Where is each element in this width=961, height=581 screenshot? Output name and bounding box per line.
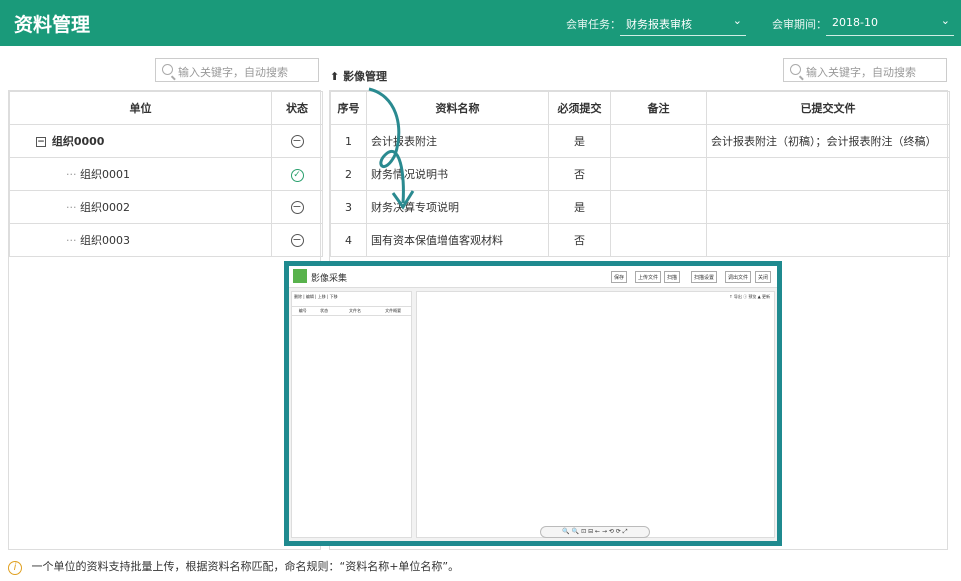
left-search-placeholder: 输入关键字，自动搜索: [178, 66, 288, 79]
right-search-placeholder: 输入关键字，自动搜索: [806, 66, 916, 79]
file-list-panel: 删除 | 编辑 | 上移 | 下移 编号 状态 文件名 文件概要: [291, 291, 412, 538]
tree-node-label: 组织0000: [51, 135, 105, 148]
zoom-toolbar[interactable]: 🔍 🔍 ⊡ ⊟ ← → ⟲ ⟳ ⤢: [540, 526, 650, 538]
chevron-down-icon: ⌄: [732, 14, 742, 27]
collapse-icon[interactable]: −: [36, 137, 46, 147]
search-icon: [790, 64, 801, 75]
doc-files[interactable]: [706, 223, 950, 257]
check-circle-icon: ✓: [290, 168, 304, 182]
col-filename: 文件名: [349, 308, 362, 313]
scan-settings-button[interactable]: 扫描设置: [691, 271, 718, 283]
right-search-input[interactable]: 输入关键字，自动搜索: [783, 58, 947, 82]
doc-files[interactable]: [706, 157, 950, 191]
minus-circle-icon: −: [290, 200, 304, 214]
doc-files[interactable]: [706, 190, 950, 224]
table-row[interactable]: 4 国有资本保值增值客观材料 否: [330, 223, 950, 257]
doc-required: 是: [548, 190, 611, 224]
task-label: 会审任务：: [566, 18, 621, 31]
status-cell: ✓: [271, 157, 323, 191]
minus-circle-icon: −: [290, 134, 304, 148]
doc-note: [610, 190, 707, 224]
tree-header-row: 单位 状态: [9, 91, 323, 125]
image-capture-window: 影像采集 保存 上传文件 扫描 扫描设置 调出文件 关闭 删除 | 编辑 | 上…: [284, 261, 782, 546]
image-manage-link[interactable]: ⬆ 影像管理: [330, 68, 387, 84]
preview-panel: ↑ 导出 ⓘ 预览 ▲ 更新: [416, 291, 775, 538]
left-search-input[interactable]: 输入关键字，自动搜索: [155, 58, 319, 82]
doc-files[interactable]: 会计报表附注（初稿）；会计报表附注（终稿）: [706, 124, 950, 158]
chevron-down-icon: ⌄: [940, 14, 950, 27]
doc-required: 是: [548, 124, 611, 158]
upload-tip: i 一个单位的资料支持批量上传，根据资料名称匹配，命名规则：“资料名称+单位名称…: [8, 558, 459, 575]
task-select[interactable]: 财务报表审核 ⌄: [620, 10, 746, 36]
files-header: 已提交文件: [706, 91, 950, 125]
unit-tree-panel: 单位 状态 − 组织0000 − ··· 组织0001 ✓ ··· 组织0002…: [8, 90, 323, 550]
viewer-title: 影像采集: [311, 274, 348, 284]
preview-links[interactable]: ↑ 导出 ⓘ 预览 ▲ 更新: [729, 294, 770, 300]
status-cell: −: [271, 124, 323, 158]
doc-name: 国有资本保值增值客观材料: [366, 223, 549, 257]
doc-required: 否: [548, 157, 611, 191]
image-manage-label: 影像管理: [343, 70, 388, 83]
header-bar: 资料管理 会审任务： 财务报表审核 ⌄ 会审期间： 2018-10 ⌄: [0, 0, 961, 46]
status-cell: −: [271, 223, 323, 257]
period-value: 2018-10: [832, 16, 878, 29]
tree-node[interactable]: ··· 组织0001: [9, 157, 272, 191]
tip-text: 一个单位的资料支持批量上传，根据资料名称匹配，命名规则：“资料名称+单位名称”。: [31, 560, 460, 573]
tree-line: ···: [66, 168, 77, 181]
viewer-header: 影像采集 保存 上传文件 扫描 扫描设置 调出文件 关闭: [289, 266, 777, 288]
period-label: 会审期间：: [772, 18, 827, 31]
required-header: 必须提交: [548, 91, 611, 125]
arrow-annotation: [368, 87, 415, 210]
info-icon: i: [8, 561, 22, 575]
tree-node-label: 组织0003: [80, 234, 130, 247]
tree-node[interactable]: ··· 组织0002: [9, 190, 272, 224]
status-cell: −: [271, 190, 323, 224]
save-button[interactable]: 保存: [611, 271, 628, 283]
tree-line: ···: [66, 234, 77, 247]
tree-row[interactable]: ··· 组织0001 ✓: [9, 157, 323, 191]
note-header: 备注: [610, 91, 707, 125]
app-logo-icon: [293, 269, 307, 283]
col-status: 状态: [320, 308, 329, 313]
unit-header: 单位: [9, 91, 272, 125]
tree-node[interactable]: ··· 组织0003: [9, 223, 272, 257]
upload-icon: ⬆: [330, 70, 340, 83]
file-list-toolbar[interactable]: 删除 | 编辑 | 上移 | 下移: [292, 292, 411, 302]
tree-node[interactable]: − 组织0000: [9, 124, 272, 158]
col-summary: 文件概要: [385, 308, 402, 313]
search-icon: [162, 64, 173, 75]
col-number: 编号: [298, 308, 307, 313]
doc-note: [610, 223, 707, 257]
period-select[interactable]: 2018-10 ⌄: [826, 10, 954, 36]
tree-line: ···: [66, 201, 77, 214]
doc-note: [610, 124, 707, 158]
tree-node-label: 组织0002: [80, 201, 130, 214]
tree-row[interactable]: ··· 组织0002 −: [9, 190, 323, 224]
tree-row[interactable]: ··· 组织0003 −: [9, 223, 323, 257]
doc-required: 否: [548, 223, 611, 257]
doc-note: [610, 157, 707, 191]
task-value: 财务报表审核: [626, 18, 692, 31]
export-file-button[interactable]: 调出文件: [725, 271, 752, 283]
scan-button[interactable]: 扫描: [664, 271, 681, 283]
file-list-header: 编号 状态 文件名 文件概要: [292, 306, 411, 316]
minus-circle-icon: −: [290, 233, 304, 247]
tree-node-label: 组织0001: [80, 168, 130, 181]
row-number: 4: [330, 223, 367, 257]
upload-button[interactable]: 上传文件: [635, 271, 662, 283]
page-title: 资料管理: [14, 14, 91, 36]
tree-row[interactable]: − 组织0000 −: [9, 124, 323, 158]
close-button[interactable]: 关闭: [755, 271, 772, 283]
status-header: 状态: [271, 91, 323, 125]
